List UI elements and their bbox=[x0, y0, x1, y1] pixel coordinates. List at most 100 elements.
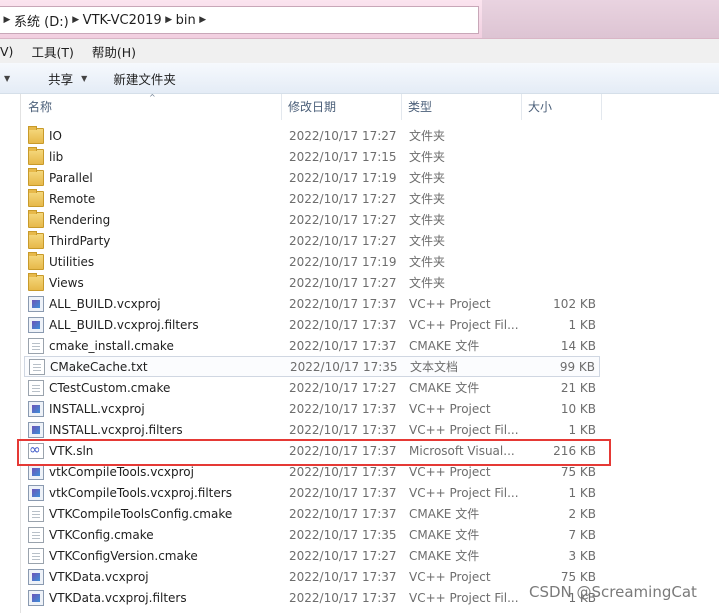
folder-icon bbox=[28, 230, 44, 249]
file-name: vtkCompileTools.vcxproj bbox=[49, 464, 194, 479]
new-folder-label: 新建文件夹 bbox=[113, 71, 176, 87]
file-name-cell: VTKConfig.cmake bbox=[28, 526, 154, 543]
file-date: 2022/10/17 17:19 bbox=[289, 254, 397, 269]
folder-icon bbox=[28, 167, 44, 186]
file-name-cell: Views bbox=[28, 272, 84, 291]
menu-tools[interactable]: 工具(T) bbox=[31, 42, 73, 61]
file-name: Remote bbox=[49, 191, 96, 206]
file-row[interactable]: vtkCompileTools.vcxproj.filters 2022/10/1… bbox=[24, 482, 600, 503]
file-size: 1 KB bbox=[568, 422, 596, 437]
file-row[interactable]: CTestCustom.cmake 2022/10/17 17:27 CMAKE 文… bbox=[24, 377, 600, 398]
file-name: Views bbox=[49, 275, 84, 290]
column-date-label: 修改日期 bbox=[288, 100, 337, 114]
vcxproj-icon bbox=[28, 295, 44, 312]
file-date: 2022/10/17 17:27 bbox=[289, 191, 397, 206]
file-size: 7 KB bbox=[568, 527, 596, 542]
file-size: 75 KB bbox=[560, 464, 596, 479]
file-row[interactable]: Remote 2022/10/17 17:27 文件夹 bbox=[24, 188, 600, 209]
file-row[interactable]: Parallel 2022/10/17 17:19 文件夹 bbox=[24, 167, 600, 188]
file-name-cell: Rendering bbox=[28, 209, 110, 228]
file-row[interactable]: VTKData.vcxproj.filters 2022/10/17 17:37 V… bbox=[24, 587, 600, 608]
address-box[interactable]: ▶ 系统 (D:) ▶ VTK-VC2019 ▶ bin ▶ bbox=[0, 6, 479, 34]
breadcrumb-item-bin[interactable]: bin bbox=[176, 13, 196, 28]
file-size: 102 KB bbox=[553, 296, 596, 311]
file-row[interactable]: VTKConfigVersion.cmake 2022/10/17 17:27 CM… bbox=[24, 545, 600, 566]
chevron-right-icon[interactable]: ▶ bbox=[162, 15, 176, 25]
document-icon bbox=[28, 505, 44, 522]
file-size: 14 KB bbox=[560, 338, 596, 353]
column-size[interactable]: 大小 bbox=[522, 94, 602, 120]
document-icon bbox=[28, 337, 44, 354]
file-type: CMAKE 文件 bbox=[409, 507, 480, 521]
file-row[interactable]: ALL_BUILD.vcxproj 2022/10/17 17:37 VC++ Pr… bbox=[24, 293, 600, 314]
file-date: 2022/10/17 17:37 bbox=[289, 464, 397, 479]
share-button[interactable]: 共享 ▼ bbox=[48, 69, 87, 88]
navigation-pane-edge[interactable] bbox=[0, 94, 21, 613]
file-name: INSTALL.vcxproj.filters bbox=[49, 422, 183, 437]
file-size: 99 KB bbox=[559, 359, 595, 374]
file-type: VC++ Project Fil... bbox=[409, 485, 519, 500]
file-name: ALL_BUILD.vcxproj bbox=[49, 296, 161, 311]
file-date: 2022/10/17 17:27 bbox=[289, 380, 397, 395]
file-row[interactable]: INSTALL.vcxproj.filters 2022/10/17 17:37 V… bbox=[24, 419, 600, 440]
breadcrumb-item-vtk[interactable]: VTK-VC2019 bbox=[83, 13, 162, 28]
vcxproj-icon bbox=[28, 589, 44, 606]
file-type: CMAKE 文件 bbox=[409, 528, 480, 542]
file-type: 文件夹 bbox=[409, 276, 446, 290]
file-row[interactable]: IO 2022/10/17 17:27 文件夹 bbox=[24, 125, 600, 146]
folder-icon bbox=[28, 146, 44, 165]
file-name: vtkCompileTools.vcxproj.filters bbox=[49, 485, 232, 500]
file-name: VTKData.vcxproj.filters bbox=[49, 590, 187, 605]
file-date: 2022/10/17 17:37 bbox=[289, 422, 397, 437]
file-date: 2022/10/17 17:37 bbox=[289, 485, 397, 500]
watermark: CSDN @ScreamingCat bbox=[529, 583, 697, 601]
document-icon bbox=[28, 379, 44, 396]
column-type[interactable]: 类型 bbox=[402, 94, 522, 120]
file-type: VC++ Project Fil... bbox=[409, 422, 519, 437]
file-name-cell: INSTALL.vcxproj.filters bbox=[28, 421, 183, 438]
column-date[interactable]: 修改日期 bbox=[282, 94, 402, 120]
file-name-cell: VTKConfigVersion.cmake bbox=[28, 547, 198, 564]
file-row[interactable]: Rendering 2022/10/17 17:27 文件夹 bbox=[24, 209, 600, 230]
file-type: VC++ Project bbox=[409, 464, 491, 479]
file-type: 文件夹 bbox=[409, 234, 446, 248]
file-row[interactable]: VTKData.vcxproj 2022/10/17 17:37 VC++ Proj… bbox=[24, 566, 600, 587]
toolbar: ▼ 共享 ▼ 新建文件夹 bbox=[0, 63, 719, 94]
file-size: 1 KB bbox=[568, 317, 596, 332]
column-header: 名称 修改日期 类型 大小 bbox=[22, 94, 719, 120]
menu-bar: V) 工具(T) 帮助(H) bbox=[0, 39, 719, 63]
file-name-cell: vtkCompileTools.vcxproj.filters bbox=[28, 484, 232, 501]
file-date: 2022/10/17 17:37 bbox=[289, 590, 397, 605]
column-type-label: 类型 bbox=[408, 100, 433, 114]
file-row[interactable]: INSTALL.vcxproj 2022/10/17 17:37 VC++ Proj… bbox=[24, 398, 600, 419]
file-type: 文件夹 bbox=[409, 129, 446, 143]
toolbar-partial-caret[interactable]: ▼ bbox=[0, 74, 10, 83]
vcxproj-icon bbox=[28, 421, 44, 438]
menu-view-partial[interactable]: V) bbox=[0, 44, 13, 59]
file-size: 2 KB bbox=[568, 506, 596, 521]
file-row[interactable]: ALL_BUILD.vcxproj.filters 2022/10/17 17:3… bbox=[24, 314, 600, 335]
file-row[interactable]: Views 2022/10/17 17:27 文件夹 bbox=[24, 272, 600, 293]
file-row[interactable]: VTKConfig.cmake 2022/10/17 17:35 CMAKE 文件 7… bbox=[24, 524, 600, 545]
file-name: ThirdParty bbox=[49, 233, 111, 248]
file-name-cell: VTKCompileToolsConfig.cmake bbox=[28, 505, 232, 522]
breadcrumb-item-drive[interactable]: 系统 (D:) bbox=[14, 11, 69, 30]
file-row[interactable]: Utilities 2022/10/17 17:19 文件夹 bbox=[24, 251, 600, 272]
file-name-cell: CTestCustom.cmake bbox=[28, 379, 170, 396]
file-row[interactable]: CMakeCache.txt 2022/10/17 17:35 文本文档 99 KB bbox=[24, 356, 600, 377]
file-row[interactable]: ThirdParty 2022/10/17 17:27 文件夹 bbox=[24, 230, 600, 251]
file-row[interactable]: lib 2022/10/17 17:15 文件夹 bbox=[24, 146, 600, 167]
menu-help[interactable]: 帮助(H) bbox=[92, 42, 136, 61]
chevron-right-icon[interactable]: ▶ bbox=[69, 15, 83, 25]
file-date: 2022/10/17 17:27 bbox=[289, 233, 397, 248]
file-date: 2022/10/17 17:37 bbox=[289, 506, 397, 521]
chevron-right-icon[interactable]: ▶ bbox=[196, 15, 210, 25]
file-size: 10 KB bbox=[560, 401, 596, 416]
file-name: VTKConfigVersion.cmake bbox=[49, 548, 198, 563]
breadcrumb: ▶ 系统 (D:) ▶ VTK-VC2019 ▶ bin ▶ bbox=[0, 11, 210, 30]
new-folder-button[interactable]: 新建文件夹 bbox=[113, 69, 176, 88]
file-row[interactable]: cmake_install.cmake 2022/10/17 17:37 CMAKE… bbox=[24, 335, 600, 356]
file-name-cell: ALL_BUILD.vcxproj bbox=[28, 295, 161, 312]
file-row[interactable]: VTKCompileToolsConfig.cmake 2022/10/17 17… bbox=[24, 503, 600, 524]
chevron-right-icon[interactable]: ▶ bbox=[0, 15, 14, 25]
